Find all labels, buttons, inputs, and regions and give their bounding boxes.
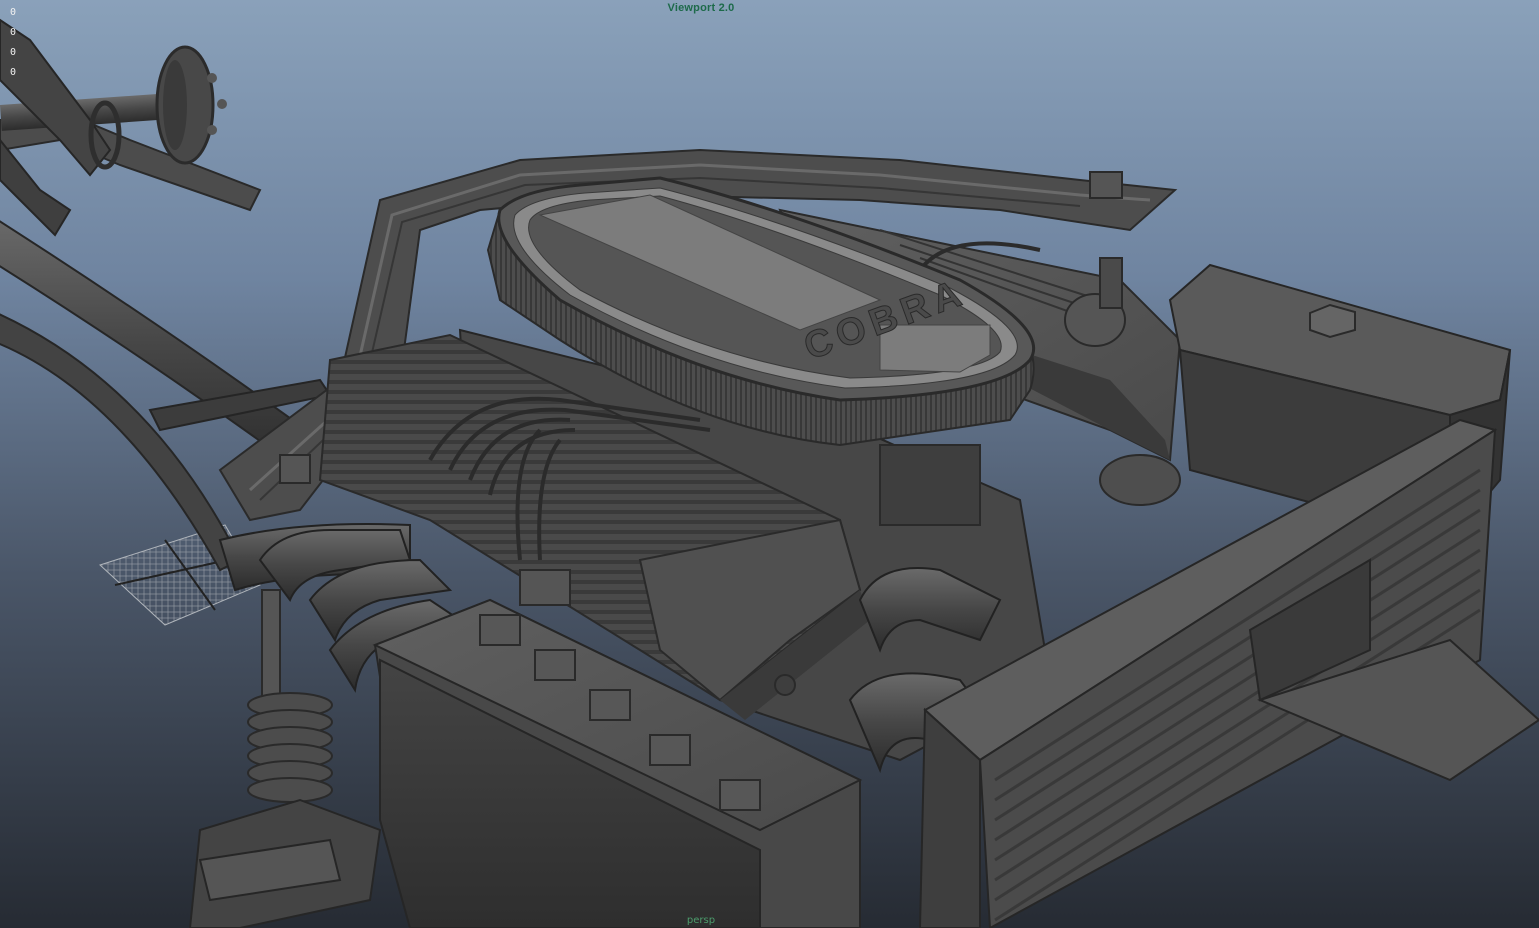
maya-viewport[interactable]: COBRA Viewport 2.0 0 0 0 0 persp — [0, 0, 1539, 928]
camera-label: persp — [686, 915, 716, 926]
front-suspension-arm — [0, 18, 262, 237]
frame-rails — [0, 220, 332, 572]
engine-scene[interactable]: COBRA — [0, 0, 1539, 928]
hud-stats: 0 0 0 0 — [10, 3, 16, 83]
viewport-title: Viewport 2.0 — [667, 2, 735, 14]
hud-stat-value: 0 — [10, 7, 17, 18]
hud-stat-value: 0 — [10, 27, 17, 38]
hud-stat-value: 0 — [10, 47, 17, 58]
hud-stat-value: 0 — [10, 67, 17, 78]
distributor-cap — [519, 569, 571, 606]
